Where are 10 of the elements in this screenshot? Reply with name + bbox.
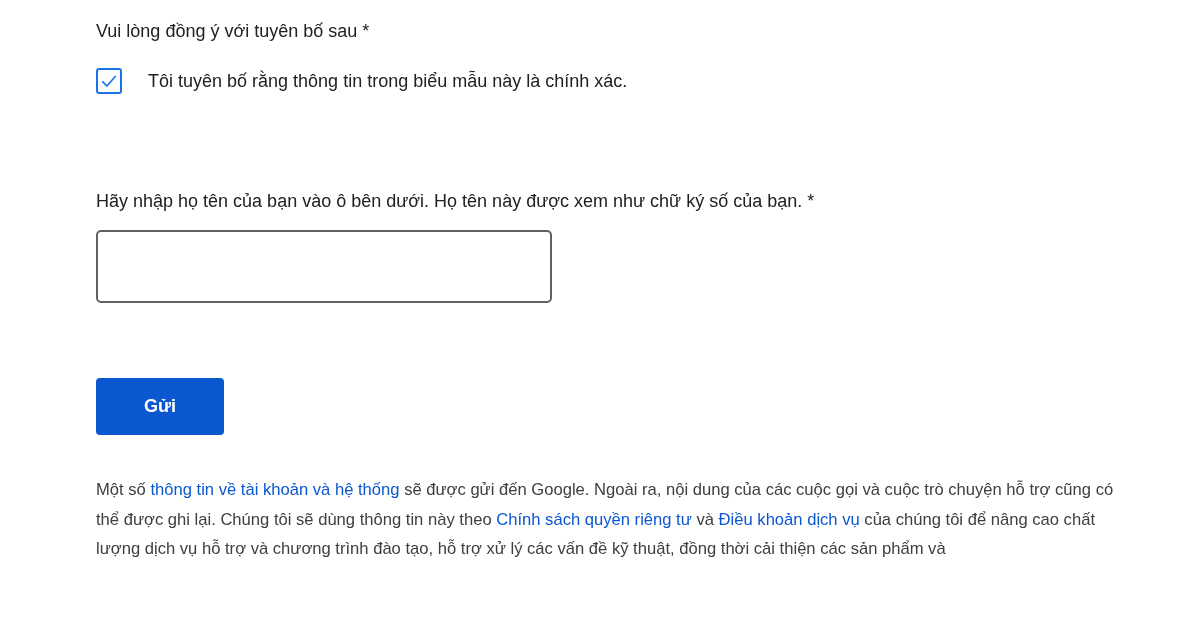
policy-link[interactable]: Điều khoản dịch vụ (718, 509, 860, 529)
submit-button[interactable]: Gửi (96, 378, 224, 435)
question-label: Hãy nhập họ tên của bạn vào ô bên dưới. Họ tên này được xem như chữ ký số của bạn. * (96, 190, 816, 213)
policy-link[interactable]: thông tin về tài khoản và hệ thống (150, 480, 400, 499)
question-label: Vui lòng đồng ý với tuyên bố sau * (96, 20, 371, 43)
disclaimer-text: Một số thông tin về tài khoản và hệ thống sẽ được gửi đến Google. Ngoài ra, nội dung của các cuộc gọi và cuộc trò chuyện hỗ trợ cũng có thể được ghi lại. Chúng tôi sẽ dùng thông tin này theo Chính sách quyền riêng tư và Điều khoản dịch vụ của chúng tôi để nâng cao chất lượng dịch vụ hỗ trợ và chương trình đào tạo, hỗ trợ xử lý các vấn đề kỹ thuật, đồng thời cải thiện các sản phẩm và (96, 479, 1115, 560)
checkbox[interactable] (96, 68, 122, 94)
name-input-field[interactable] (96, 230, 552, 303)
policy-link[interactable]: Chính sách quyền riêng tư (496, 509, 692, 529)
checkbox-label: Tôi tuyên bố rằng thông tin trong biểu mẫu này là chính xác. (148, 70, 628, 92)
